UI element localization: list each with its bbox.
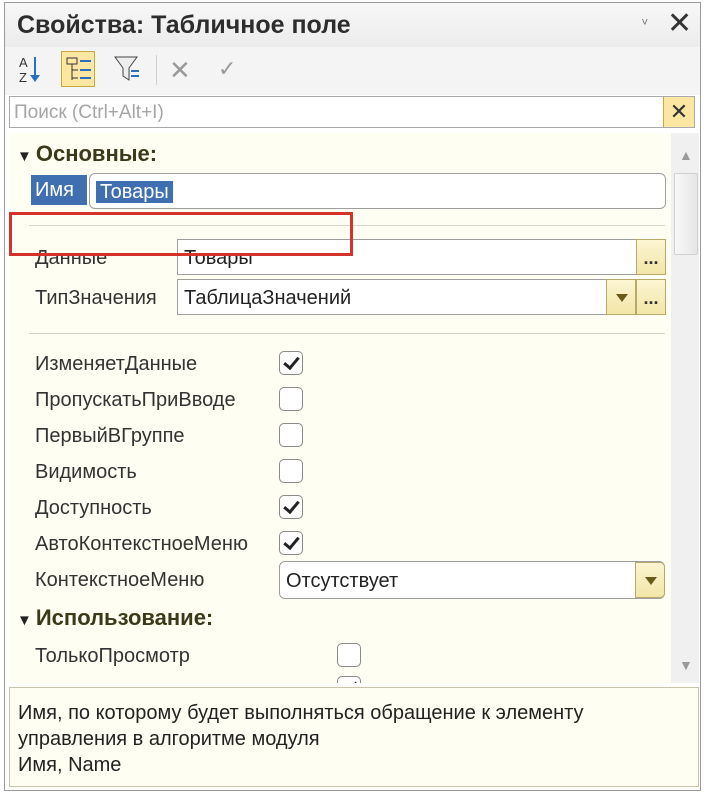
value-type-dropdown-button[interactable] <box>606 279 636 315</box>
context-menu-value: Отсутствует <box>286 570 399 592</box>
sort-alpha-button[interactable]: A Z <box>13 51 47 87</box>
svg-text:Z: Z <box>19 70 27 85</box>
skip-on-input-label: ПропускатьПриВводе <box>35 389 236 411</box>
categories-icon <box>66 57 91 80</box>
first-in-group-label: ПервыйВГруппе <box>35 425 185 447</box>
scroll-up-icon[interactable]: ▲ <box>679 147 693 163</box>
description-panel: Имя, по которому будет выполняться обращ… <box>9 687 699 787</box>
cancel-button[interactable]: ✕ <box>169 55 191 86</box>
context-menu-label: КонтекстноеМеню <box>35 569 205 591</box>
auto-context-menu-checkbox[interactable] <box>279 531 303 555</box>
vertical-scrollbar[interactable]: ▲ ▼ <box>671 133 699 683</box>
section-main[interactable]: ▼ Основные: <box>17 141 157 167</box>
auto-context-menu-label: АвтоКонтекстноеМеню <box>35 533 248 555</box>
properties-window: Свойства: Табличное поле ⱽ ✕ A Z ✕ ✓ Пои… <box>4 2 701 791</box>
value-type-select-button[interactable]: ... <box>636 279 666 315</box>
changes-data-label: ИзменяетДанные <box>35 353 198 375</box>
visibility-checkbox[interactable] <box>279 459 303 483</box>
categories-button[interactable] <box>61 51 95 87</box>
confirm-button[interactable]: ✓ <box>218 56 236 82</box>
sort-alpha-icon: A Z <box>19 55 40 85</box>
value-type-label: ТипЗначения <box>35 287 157 309</box>
read-only-label: ТолькоПросмотр <box>35 645 190 667</box>
scrollbar-thumb[interactable] <box>674 173 698 255</box>
section-usage[interactable]: ▼ Использование: <box>17 605 213 631</box>
name-label: Имя <box>31 175 87 205</box>
toolbar: A Z ✕ ✓ <box>5 47 700 95</box>
description-line: управления в алгоритме модуля <box>18 728 320 750</box>
name-field[interactable]: Товары <box>89 173 666 209</box>
description-line: Имя, по которому будет выполняться обращ… <box>18 702 584 724</box>
enabled-checkbox[interactable] <box>279 495 303 519</box>
collapse-triangle-icon: ▼ <box>17 148 32 165</box>
close-icon[interactable]: ✕ <box>667 9 692 39</box>
enabled-label: Доступность <box>35 497 152 519</box>
data-select-button[interactable]: ... <box>636 239 666 275</box>
search-input[interactable] <box>12 99 656 127</box>
skip-on-input-checkbox[interactable] <box>279 387 303 411</box>
svg-text:A: A <box>19 55 28 70</box>
search-clear-button[interactable]: ✕ <box>663 97 694 127</box>
highlight-frame <box>9 212 353 256</box>
toolbar-separator <box>156 55 157 85</box>
divider <box>29 333 665 334</box>
name-value: Товары <box>96 181 173 203</box>
scroll-down-icon[interactable]: ▼ <box>679 657 693 673</box>
pin-icon[interactable]: ⱽ <box>642 17 648 33</box>
collapse-triangle-icon: ▼ <box>17 612 32 629</box>
changes-data-checkbox[interactable] <box>279 351 303 375</box>
context-menu-dropdown-button[interactable] <box>635 562 665 598</box>
next-property-checkbox[interactable] <box>337 676 361 683</box>
first-in-group-checkbox[interactable] <box>279 423 303 447</box>
read-only-checkbox[interactable] <box>337 643 361 667</box>
visibility-label: Видимость <box>35 461 137 483</box>
value-type-field[interactable]: ТаблицаЗначений <box>177 279 607 315</box>
filter-button[interactable] <box>109 51 143 87</box>
context-menu-select[interactable]: Отсутствует <box>279 561 665 599</box>
value-type-value: ТаблицаЗначений <box>184 287 352 309</box>
search-box: ✕ <box>9 96 695 128</box>
description-line: Имя, Name <box>18 754 122 776</box>
title-bar: Свойства: Табличное поле ⱽ ✕ <box>5 3 700 48</box>
window-title: Свойства: Табличное поле <box>17 11 351 39</box>
filter-icon <box>114 56 139 81</box>
